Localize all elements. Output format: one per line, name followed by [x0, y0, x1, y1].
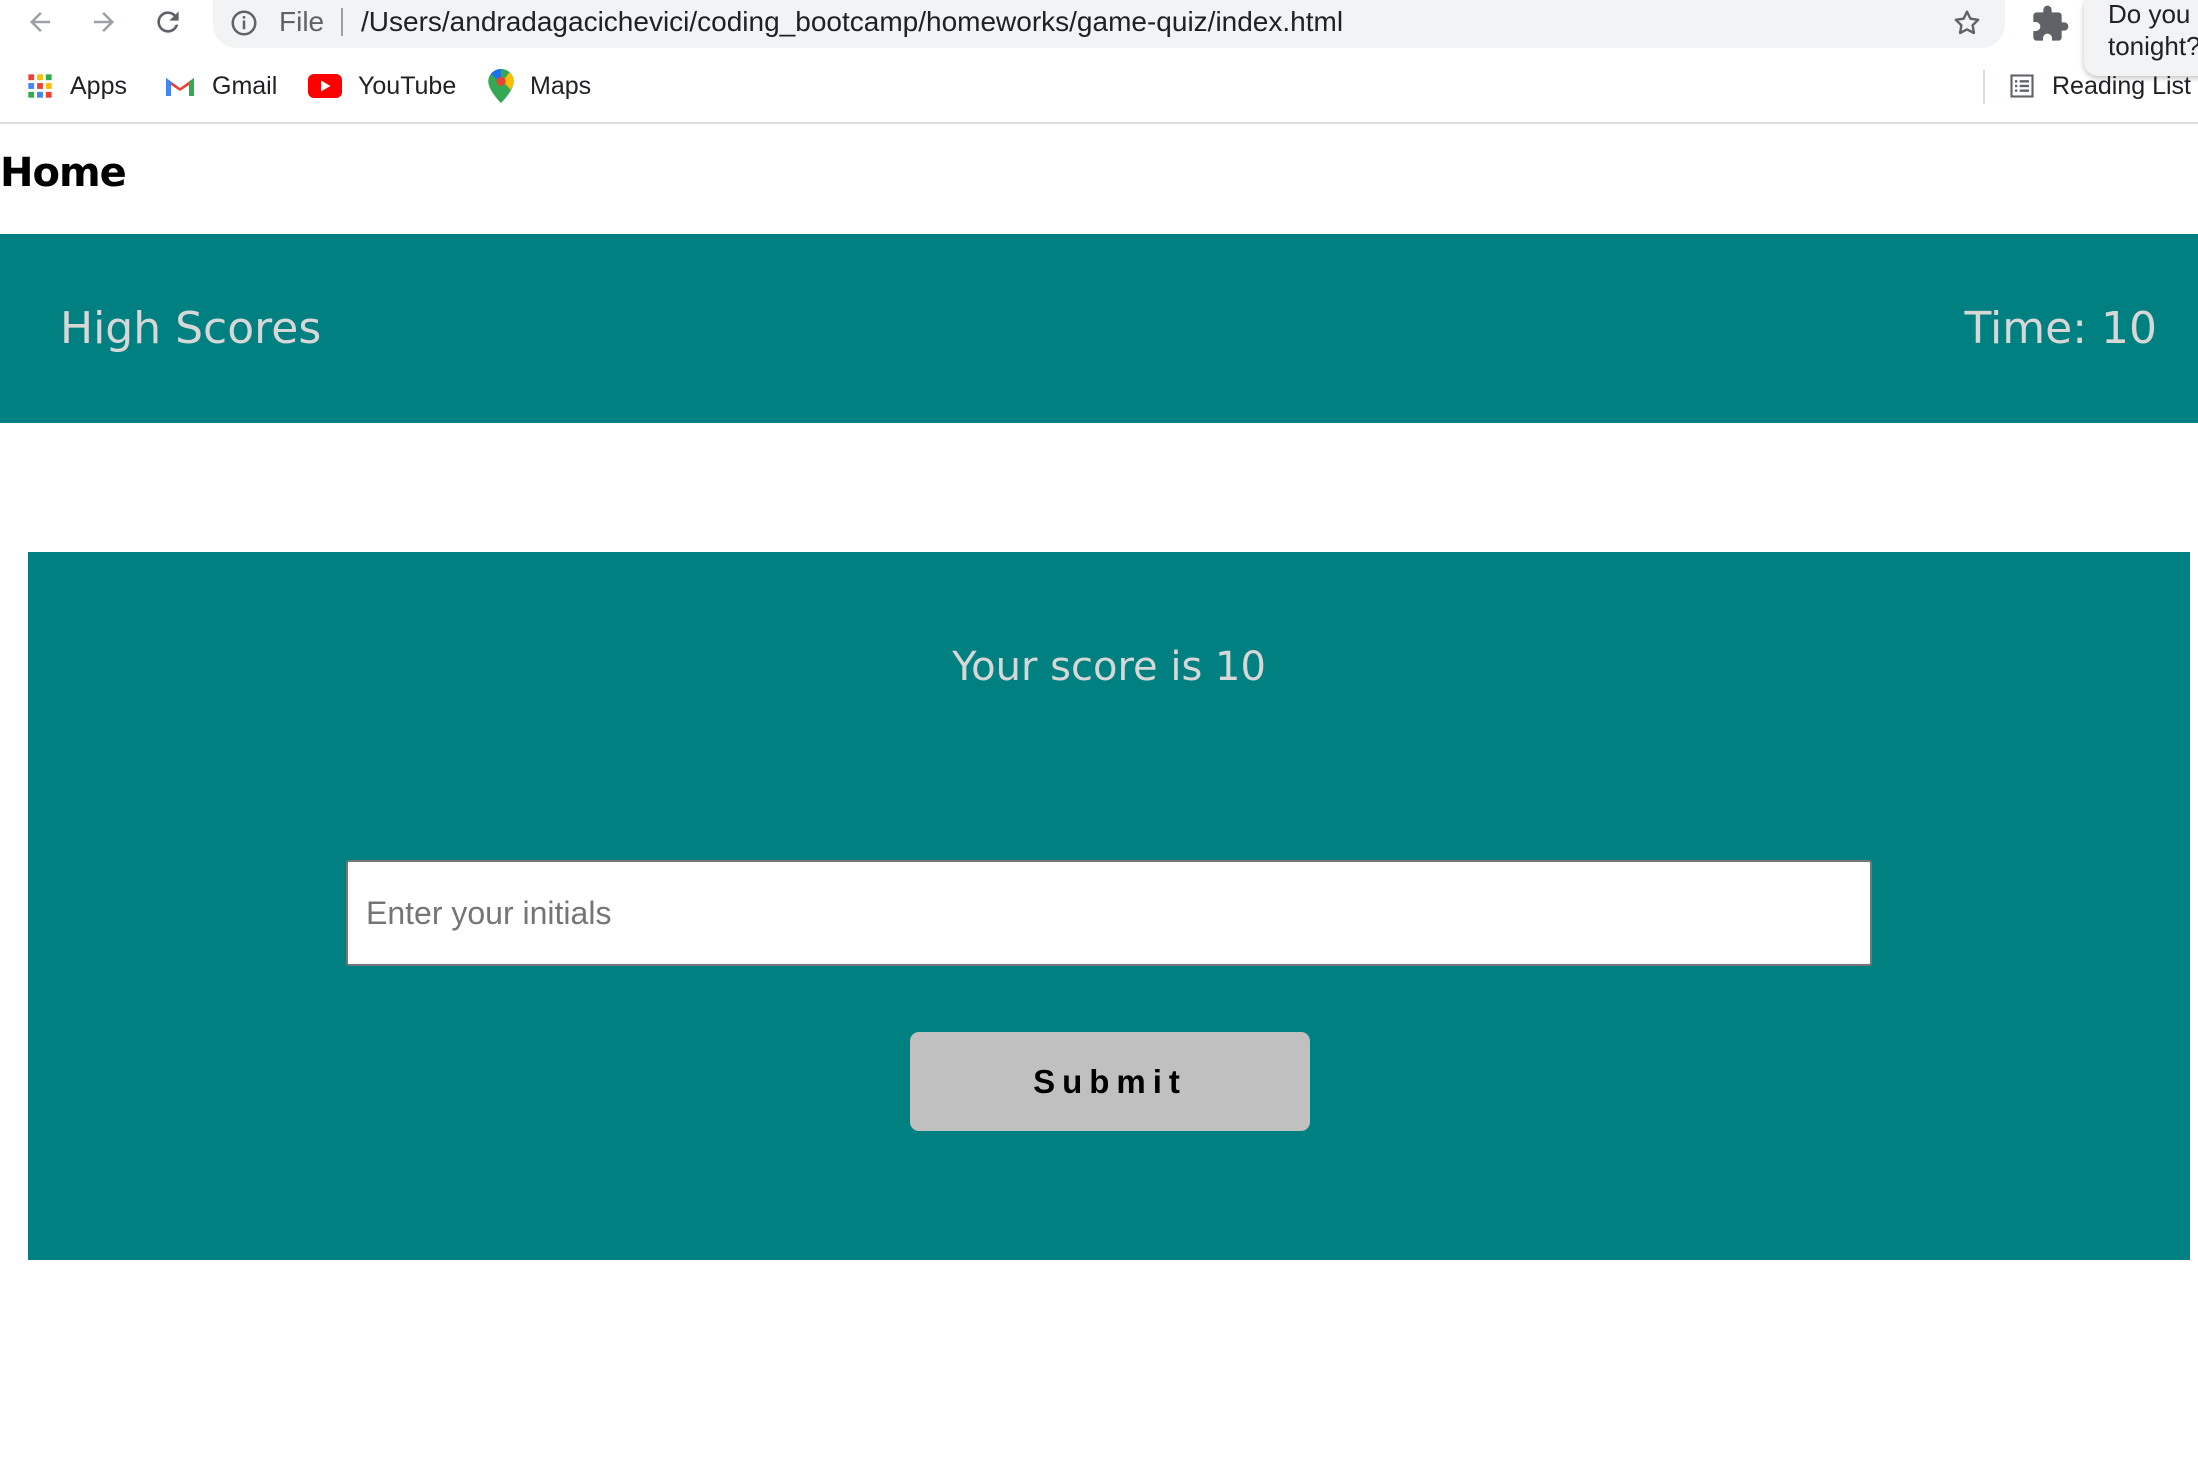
- youtube-icon: [308, 74, 342, 98]
- address-divider: [341, 8, 343, 36]
- bookmark-gmail[interactable]: Gmail: [164, 62, 277, 110]
- timer: Time: 10: [1964, 303, 2157, 354]
- chrome-divider: [0, 122, 2198, 124]
- forward-button[interactable]: [84, 0, 124, 44]
- submit-button[interactable]: Submit: [910, 1032, 1310, 1131]
- bookmark-star-icon[interactable]: [1951, 7, 1983, 39]
- high-scores-link[interactable]: High Scores: [60, 234, 321, 423]
- browser-toolbar: File /Users/andradagacichevici/coding_bo…: [0, 0, 2198, 76]
- info-icon[interactable]: [229, 8, 259, 38]
- bookmark-label: Maps: [530, 71, 592, 100]
- address-scheme-label: File: [279, 6, 325, 37]
- gmail-icon: [164, 74, 196, 98]
- final-score-text: Your score is 10: [952, 644, 1266, 690]
- apps-grid-icon: [26, 72, 54, 100]
- bookmarks-divider: [1983, 70, 1985, 104]
- address-bar[interactable]: File /Users/andradagacichevici/coding_bo…: [213, 0, 2005, 48]
- home-link[interactable]: Home: [0, 150, 127, 196]
- forward-arrow-icon: [94, 12, 114, 32]
- reading-list-button[interactable]: Reading List: [2008, 62, 2191, 110]
- extensions-puzzle-icon[interactable]: [2030, 4, 2070, 44]
- back-arrow-icon: [30, 12, 50, 32]
- bookmark-label: Gmail: [212, 71, 278, 100]
- reload-button[interactable]: [148, 0, 188, 44]
- reading-list-label: Reading List: [2052, 71, 2191, 100]
- bookmark-apps[interactable]: Apps: [26, 62, 127, 110]
- bookmark-youtube[interactable]: YouTube: [308, 62, 456, 110]
- address-url-text[interactable]: /Users/andradagacichevici/coding_bootcam…: [361, 0, 1343, 44]
- back-button[interactable]: [20, 0, 60, 44]
- bookmark-maps[interactable]: Maps: [488, 62, 591, 110]
- quiz-header: High Scores Time: 10: [0, 234, 2198, 423]
- initials-input[interactable]: [346, 860, 1872, 966]
- bookmark-label: Apps: [70, 71, 127, 100]
- score-panel: Your score is 10 Submit: [28, 552, 2190, 1260]
- maps-pin-icon: [488, 69, 514, 103]
- bookmarks-bar: Apps Gmail YouTube Maps Reading List: [0, 62, 2198, 112]
- reading-list-icon: [2008, 72, 2036, 100]
- bookmark-label: YouTube: [358, 71, 457, 100]
- reload-icon: [157, 11, 179, 33]
